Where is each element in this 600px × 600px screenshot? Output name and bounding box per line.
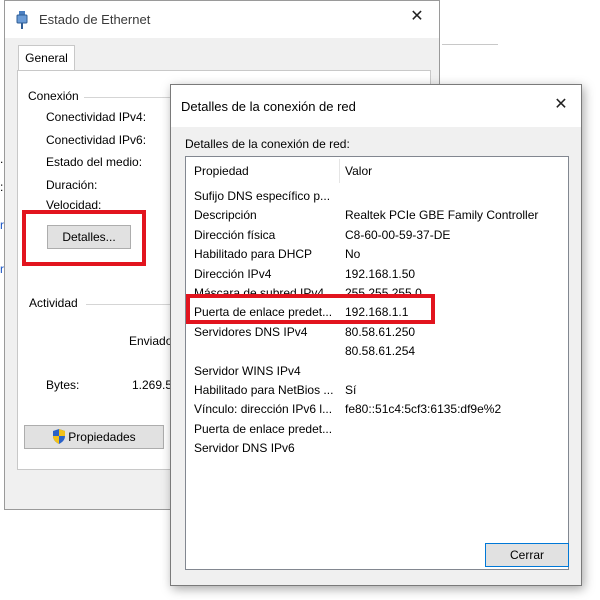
- list-item[interactable]: Servidores DNS IPv4 80.58.61.250: [186, 323, 568, 342]
- underlying-window-rule: [442, 44, 498, 45]
- property-cell: Servidor DNS IPv6: [194, 441, 295, 456]
- list-item[interactable]: Habilitado para DHCP No: [186, 245, 568, 264]
- activity-group-label: Actividad: [29, 296, 78, 310]
- highlight-box: [186, 294, 435, 324]
- value-cell: fe80::51c4:5cf3:6135:df9e%2: [345, 402, 502, 417]
- duration-label: Duración:: [46, 178, 98, 192]
- uac-shield-icon: [53, 429, 66, 444]
- column-header-value[interactable]: Valor: [345, 157, 545, 186]
- list-item[interactable]: Servidor DNS IPv6: [186, 439, 568, 458]
- property-cell: Descripción: [194, 208, 257, 223]
- connection-details-dialog: Detalles de la conexión de red ✕ Detalle…: [170, 84, 582, 586]
- ipv6-connectivity-label: Conectividad IPv6:: [46, 133, 147, 147]
- value-cell: 80.58.61.250: [345, 324, 416, 339]
- property-cell: Puerta de enlace predet...: [194, 421, 333, 436]
- tab-general[interactable]: General: [18, 45, 75, 71]
- property-cell: Servidores DNS IPv4: [194, 324, 308, 339]
- close-icon[interactable]: ✕: [551, 95, 571, 115]
- highlight-box: [22, 210, 146, 266]
- connection-group-label: Conexión: [28, 89, 79, 103]
- property-cell: Habilitado para NetBios ...: [194, 383, 334, 397]
- property-cell: Vínculo: dirección IPv6 l...: [194, 402, 333, 417]
- sent-label: Enviado: [129, 334, 173, 348]
- value-cell: Realtek PCIe GBE Family Controller: [345, 208, 539, 223]
- properties-button[interactable]: Propiedades: [24, 425, 164, 449]
- title-bar: Estado de Ethernet ✕: [5, 1, 439, 38]
- list-item[interactable]: Vínculo: dirección IPv6 l... fe80::51c4:5…: [186, 400, 568, 419]
- bytes-label: Bytes:: [46, 378, 80, 392]
- property-cell: Servidor WINS IPv4: [194, 363, 301, 378]
- bytes-sent-value: 1.269.5: [132, 378, 173, 392]
- list-item[interactable]: Puerta de enlace predet...: [186, 420, 568, 439]
- details-list-caption: Detalles de la conexión de red:: [185, 137, 350, 151]
- ethernet-adapter-icon: [16, 11, 28, 29]
- value-cell: 80.58.61.254: [345, 344, 416, 359]
- property-cell: Habilitado para DHCP: [194, 247, 313, 262]
- title-bar: Detalles de la conexión de red ✕: [171, 85, 581, 127]
- close-icon[interactable]: ✕: [407, 7, 427, 27]
- list-item[interactable]: Descripción Realtek PCIe GBE Family Contr…: [186, 206, 568, 225]
- list-item[interactable]: 80.58.61.254: [186, 342, 568, 361]
- list-item[interactable]: Dirección IPv4 192.168.1.50: [186, 265, 568, 284]
- value-cell: C8-60-00-59-37-DE: [345, 227, 451, 242]
- properties-button-label: Propiedades: [68, 430, 136, 444]
- column-separator[interactable]: [339, 159, 340, 183]
- list-item[interactable]: Habilitado para NetBios ... Sí: [186, 381, 568, 400]
- value-cell: 192.168.1.50: [345, 266, 416, 281]
- value-cell: Sí: [345, 383, 357, 397]
- dialog-title: Detalles de la conexión de red: [181, 99, 356, 114]
- property-cell: Dirección física: [194, 227, 276, 242]
- close-button[interactable]: Cerrar: [485, 543, 569, 567]
- window-title: Estado de Ethernet: [39, 12, 151, 27]
- value-cell: No: [345, 247, 361, 262]
- property-cell: Sufijo DNS específico p...: [194, 189, 331, 203]
- media-state-label: Estado del medio:: [46, 155, 143, 169]
- list-item[interactable]: Servidor WINS IPv4: [186, 362, 568, 381]
- list-item[interactable]: Sufijo DNS específico p...: [186, 187, 568, 206]
- details-list[interactable]: Propiedad Valor Sufijo DNS específico p.…: [185, 156, 569, 570]
- property-cell: Dirección IPv4: [194, 266, 272, 281]
- ipv4-connectivity-label: Conectividad IPv4:: [46, 110, 147, 124]
- underlying-window-fragment: :: [0, 180, 4, 194]
- column-header-property[interactable]: Propiedad: [194, 157, 344, 186]
- underlying-window-fragment: .: [0, 152, 4, 166]
- list-item[interactable]: Dirección física C8-60-00-59-37-DE: [186, 226, 568, 245]
